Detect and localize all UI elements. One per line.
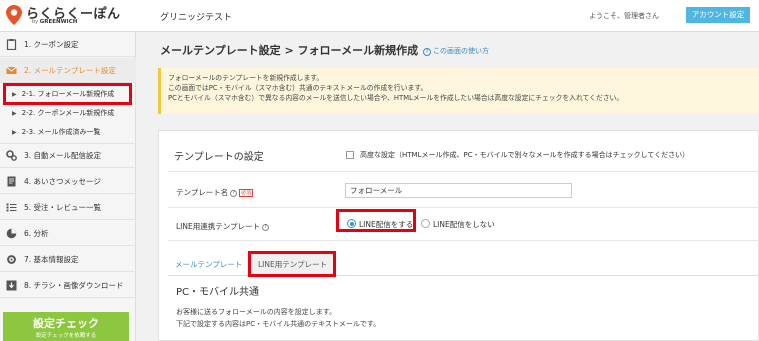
setting-check-banner[interactable]: 設定チェック 設定チェックを依頼する [3, 312, 129, 341]
sidebar: 1. クーポン設定 2. メールテンプレート設定 ▶ 2-1. フォローメール新… [0, 32, 136, 341]
page-title: メールテンプレート設定 > フォローメール新規作成 [160, 44, 419, 57]
sidebar-item-analysis[interactable]: 6. 分析 [0, 221, 136, 246]
pie-chart-icon [6, 228, 17, 239]
logo-subtext: by GREENWICH [32, 19, 78, 25]
pc-mobile-title: PC・モバイル共通 [176, 287, 260, 298]
setting-check-title: 設定チェック [33, 317, 99, 330]
sidebar-item-orders-reviews[interactable]: 5. 受注・レビュー一覧 [0, 195, 136, 220]
site-name: グリニッジテスト [160, 13, 233, 23]
template-name-label: テンプレート名? 必須 [176, 188, 254, 197]
setting-check-subtitle: 設定チェックを依頼する [35, 333, 97, 339]
triangle-right-icon: ▶ [12, 109, 17, 117]
line-template-label: LINE用連携テンプレート? [176, 221, 270, 232]
welcome-text: ようこそ、管理者さん [589, 12, 659, 20]
description-line: お客様に送るフォローメールの内容を設定します。 [176, 308, 337, 316]
advanced-settings-label: 高度な設定（HTMLメール作成、PC・モバイルで別々なメールを作成する場合はチェ… [360, 151, 690, 159]
highlight-box-line-tab [248, 251, 336, 277]
section-title: テンプレートの設定 [174, 152, 264, 163]
description-line: 下記で設定する内容はPC・モバイル共通のテキストメールです。 [176, 320, 381, 328]
gears-icon [6, 150, 17, 161]
highlight-box-sidebar [3, 83, 132, 105]
sidebar-subitem-coupon-mail-new[interactable]: ▶ 2-2. クーポンメール新規作成 [0, 104, 136, 122]
download-icon [6, 280, 17, 291]
logo[interactable]: らくらくーぽん by GREENWICH [6, 4, 136, 28]
advanced-settings-checkbox[interactable] [346, 151, 354, 159]
divider [168, 171, 759, 172]
sidebar-subitem-mail-list[interactable]: ▶ 2-3. メール作成済み一覧 [0, 123, 136, 141]
sidebar-item-coupon[interactable]: 1. クーポン設定 [0, 32, 136, 57]
line-no-send-radio[interactable] [421, 219, 430, 228]
sidebar-item-mail-template[interactable]: 2. メールテンプレート設定 [0, 58, 136, 83]
sidebar-item-flyer-download[interactable]: 8. チラシ・画像ダウンロード [0, 273, 136, 298]
info-box: フォローメールのテンプレートを新規作成します。 この画面ではPC・モバイル（スマ… [158, 68, 759, 114]
template-name-input[interactable] [345, 183, 572, 198]
highlight-box-line-radio [336, 209, 416, 232]
info-line: PCとモバイル（スマホ含む）で異なる内容のメールを送信したい場合や、HTMLメー… [168, 94, 624, 102]
help-icon[interactable]: ? [230, 190, 238, 197]
sidebar-item-greeting[interactable]: 4. あいさつメッセージ [0, 169, 136, 194]
line-no-send-label: LINE配信をしない [433, 220, 495, 229]
account-settings-button[interactable]: アカウント設定 [686, 7, 750, 23]
gear-icon [6, 254, 17, 265]
triangle-right-icon: ▶ [12, 128, 17, 136]
sidebar-item-basic-info[interactable]: 7. 基本情報設定 [0, 247, 136, 272]
tab-mail-template[interactable]: メールテンプレート [175, 259, 242, 270]
document-icon [6, 176, 17, 187]
clipboard-icon [6, 38, 17, 50]
divider [168, 207, 759, 208]
sidebar-item-auto-mail[interactable]: 3. 自動メール配信設定 [0, 143, 136, 168]
mail-icon [6, 65, 17, 76]
required-badge: 必須 [239, 189, 254, 197]
header: らくらくーぽん by GREENWICH グリニッジテスト ようこそ、管理者さん… [0, 0, 759, 32]
help-icon[interactable]: ? [262, 224, 270, 231]
map-pin-icon [6, 5, 22, 25]
info-line: この画面ではPC・モバイル（スマホ含む）共通のテキストメールの作成を行います。 [168, 84, 428, 92]
question-icon: ? [423, 48, 431, 56]
help-link[interactable]: ? この画面の使い方 [423, 46, 489, 56]
divider [168, 240, 759, 241]
list-icon [6, 202, 17, 213]
info-line: フォローメールのテンプレートを新規作成します。 [168, 74, 324, 82]
